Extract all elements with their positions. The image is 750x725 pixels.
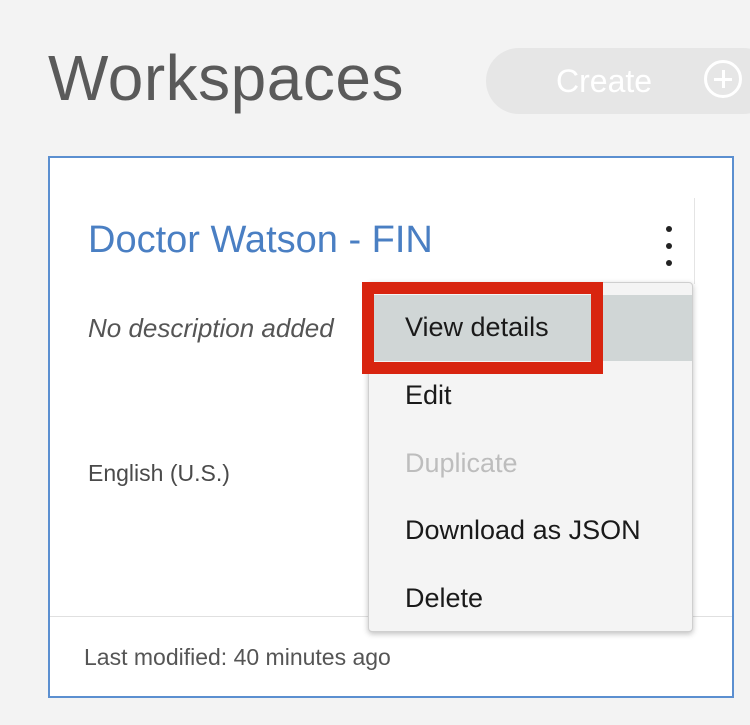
menu-item-label: Delete <box>405 583 484 613</box>
menu-item-edit[interactable]: Edit <box>369 363 692 429</box>
create-button-label: Create <box>556 63 653 99</box>
overflow-menu-icon[interactable] <box>658 222 680 270</box>
menu-item-delete[interactable]: Delete <box>369 566 692 632</box>
menu-item-download-json[interactable]: Download as JSON <box>369 498 692 564</box>
menu-item-label: View details <box>405 312 549 342</box>
menu-item-label: Duplicate <box>405 448 518 478</box>
menu-item-view-details[interactable]: View details <box>369 295 692 361</box>
create-button[interactable]: Create <box>486 48 750 114</box>
overflow-menu: View details Edit Duplicate Download as … <box>368 282 693 632</box>
last-modified: Last modified: 40 minutes ago <box>84 644 391 670</box>
menu-item-duplicate: Duplicate <box>369 431 692 497</box>
workspace-title[interactable]: Doctor Watson - FIN <box>88 219 433 262</box>
plus-circle-icon <box>704 60 742 98</box>
menu-item-label: Download as JSON <box>405 515 641 545</box>
workspace-description: No description added <box>88 313 334 343</box>
menu-item-label: Edit <box>405 380 452 410</box>
page-title: Workspaces <box>48 42 404 114</box>
overflow-divider <box>694 198 695 284</box>
workspace-language: English (U.S.) <box>88 460 230 486</box>
